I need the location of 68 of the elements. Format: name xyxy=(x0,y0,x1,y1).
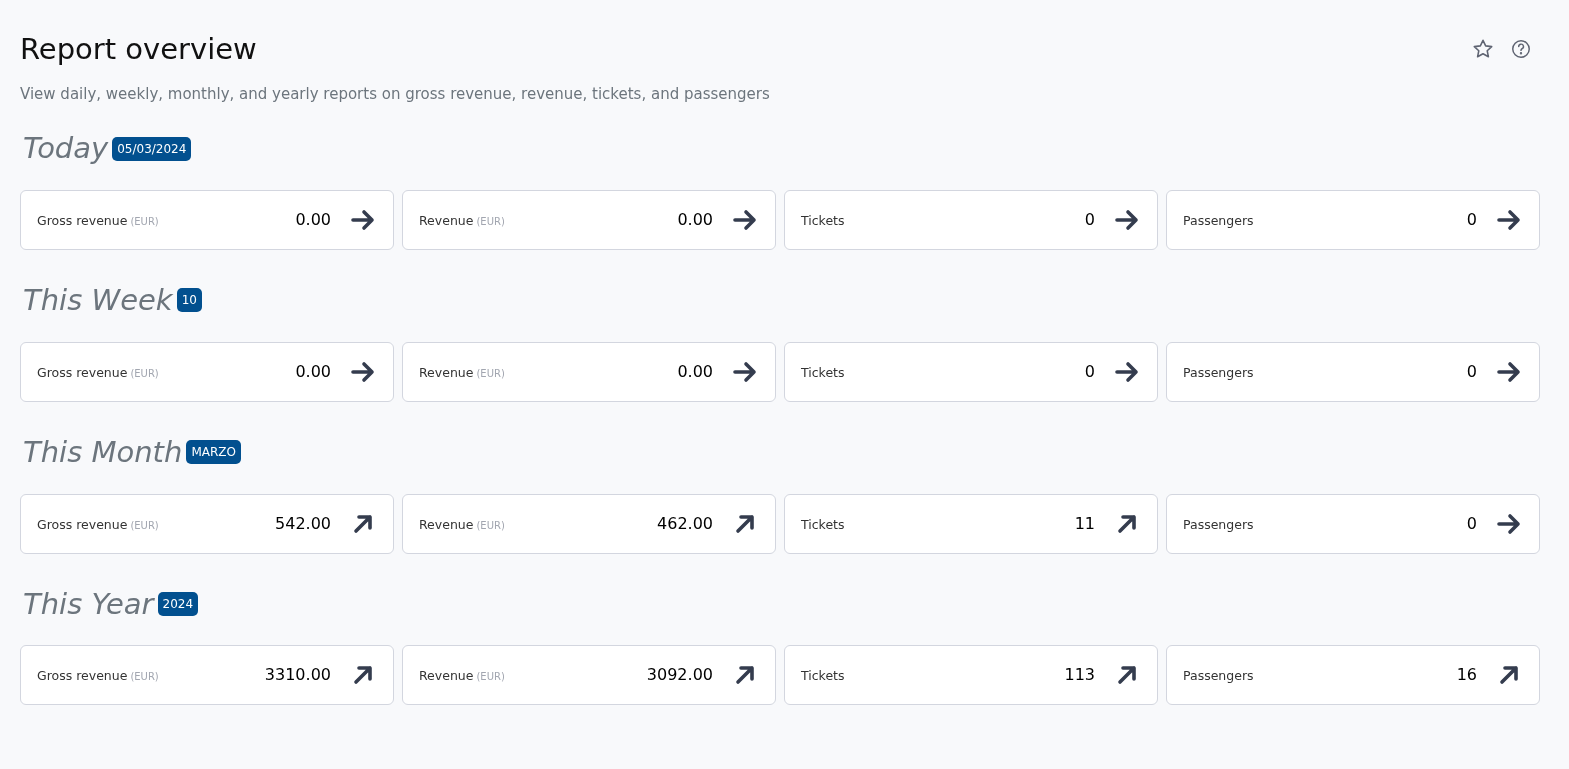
stat-card[interactable]: Revenue (EUR) 3092.00 xyxy=(402,645,776,706)
stat-card[interactable]: Passengers 0 xyxy=(1166,190,1540,251)
currency-unit: (EUR) xyxy=(130,519,159,531)
stat-card[interactable]: Passengers 16 xyxy=(1166,645,1540,706)
section-heading: This Week xyxy=(23,283,173,318)
stat-card[interactable]: Tickets 113 xyxy=(784,645,1158,706)
stat-card[interactable]: Revenue (EUR) 0.00 xyxy=(402,190,776,251)
stat-value: 3092.00 xyxy=(646,664,713,687)
stat-label: Tickets xyxy=(801,213,845,229)
page-title: Report overview xyxy=(20,32,257,67)
stat-label: Passengers xyxy=(1183,516,1254,532)
stat-value: 16 xyxy=(1456,664,1477,687)
stat-card[interactable]: Passengers 0 xyxy=(1166,493,1540,554)
currency-unit: (EUR) xyxy=(476,367,505,379)
currency-unit: (EUR) xyxy=(476,216,505,228)
stat-value: 542.00 xyxy=(275,512,331,535)
stat-value: 0 xyxy=(1466,209,1477,232)
stat-card[interactable]: Tickets 11 xyxy=(784,493,1158,554)
stat-value: 0 xyxy=(1466,360,1477,383)
stat-label: Gross revenue xyxy=(37,364,128,380)
stat-card[interactable]: Passengers 0 xyxy=(1166,341,1540,402)
stat-value: 0.00 xyxy=(295,360,331,383)
period-badge: MARZO xyxy=(186,440,241,465)
stat-card[interactable]: Gross revenue (EUR) 0.00 xyxy=(20,341,394,402)
stat-label: Gross revenue xyxy=(37,668,128,684)
stat-label: Revenue xyxy=(419,668,474,684)
stat-value: 11 xyxy=(1074,512,1095,535)
stat-label: Gross revenue xyxy=(37,516,128,532)
stat-card[interactable]: Gross revenue (EUR) 0.00 xyxy=(20,190,394,251)
stat-label: Revenue xyxy=(419,364,474,380)
period-badge: 2024 xyxy=(157,592,199,617)
stat-card[interactable]: Tickets 0 xyxy=(784,190,1158,251)
stat-value: 0.00 xyxy=(677,360,713,383)
stat-label: Tickets xyxy=(801,364,845,380)
stat-label: Tickets xyxy=(801,516,845,532)
period-badge: 10 xyxy=(176,288,202,313)
section-heading: Today xyxy=(23,131,109,167)
stat-value: 0 xyxy=(1084,209,1095,232)
currency-unit: (EUR) xyxy=(476,519,505,531)
currency-unit: (EUR) xyxy=(130,671,159,683)
section-heading: This Month xyxy=(23,434,183,470)
page-subtitle: View daily, weekly, monthly, and yearly reports on gross revenue, revenue, tickets, and passengers xyxy=(20,83,771,105)
stat-label: Tickets xyxy=(801,668,845,684)
stat-value: 0.00 xyxy=(677,209,713,232)
currency-unit: (EUR) xyxy=(130,367,159,379)
star-icon[interactable] xyxy=(1472,38,1494,60)
stat-value: 0.00 xyxy=(295,209,331,232)
stat-label: Revenue xyxy=(419,516,474,532)
currency-unit: (EUR) xyxy=(130,216,159,228)
stat-card[interactable]: Revenue (EUR) 462.00 xyxy=(402,493,776,554)
stat-card[interactable]: Revenue (EUR) 0.00 xyxy=(402,341,776,402)
stat-value: 113 xyxy=(1064,664,1095,687)
period-badge: 05/03/2024 xyxy=(112,136,192,161)
stat-value: 3310.00 xyxy=(264,664,331,687)
stat-value: 462.00 xyxy=(657,512,713,535)
stat-card[interactable]: Tickets 0 xyxy=(784,341,1158,402)
stat-card[interactable]: Gross revenue (EUR) 3310.00 xyxy=(20,645,394,706)
stat-label: Passengers xyxy=(1183,213,1254,229)
stat-label: Gross revenue xyxy=(37,213,128,229)
stat-label: Passengers xyxy=(1183,668,1254,684)
help-icon[interactable] xyxy=(1510,38,1532,60)
stat-card[interactable]: Gross revenue (EUR) 542.00 xyxy=(20,493,394,554)
stat-value: 0 xyxy=(1466,512,1477,535)
stat-label: Passengers xyxy=(1183,364,1254,380)
stat-value: 0 xyxy=(1084,360,1095,383)
stat-label: Revenue xyxy=(419,213,474,229)
currency-unit: (EUR) xyxy=(476,671,505,683)
section-heading: This Year xyxy=(23,586,154,622)
